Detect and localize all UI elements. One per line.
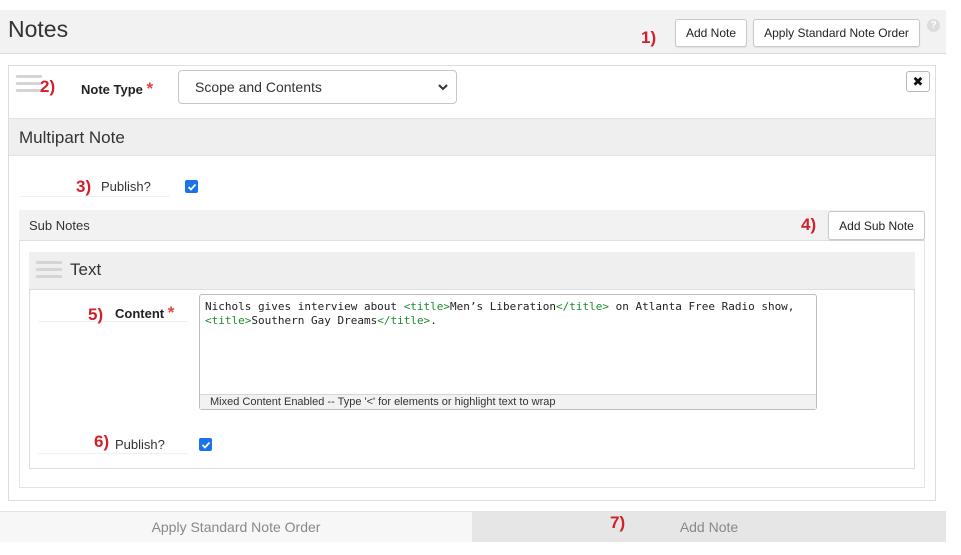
- label-divider: [20, 196, 170, 197]
- page-title: Notes: [8, 16, 69, 42]
- note-type-value: Scope and Contents: [195, 79, 322, 95]
- check-icon: [201, 441, 210, 449]
- multipart-note-bar: Multipart Note: [9, 118, 935, 156]
- markup-tag: <title>: [403, 300, 451, 313]
- drag-handle-icon[interactable]: [36, 261, 62, 282]
- markup-tag: </title>: [377, 314, 431, 327]
- close-button[interactable]: ✖: [906, 71, 930, 92]
- multipart-note-title: Multipart Note: [19, 128, 125, 147]
- annotation-7: 7): [610, 513, 626, 532]
- footer-bar: Apply Standard Note Order Add Note: [0, 511, 946, 542]
- note-type-label: Note Type *: [81, 79, 154, 98]
- label-divider: [38, 453, 188, 454]
- help-icon[interactable]: ?: [927, 19, 940, 32]
- check-icon: [187, 183, 196, 191]
- content-textarea[interactable]: Nichols gives interview about <title>Men…: [199, 294, 817, 410]
- markup-tag: <title>: [205, 314, 252, 327]
- apply-standard-note-order-button[interactable]: Apply Standard Note Order: [753, 19, 920, 47]
- annotation-5: 5): [88, 305, 104, 324]
- content-segment: .: [430, 314, 437, 327]
- drag-handle-icon[interactable]: [16, 75, 42, 96]
- markup-tag: </title>: [556, 300, 609, 313]
- sub-note-publish-checkbox[interactable]: [199, 438, 212, 451]
- sub-notes-bar: Sub Notes: [19, 210, 925, 241]
- text-sub-note-title: Text: [70, 260, 102, 279]
- footer-apply-standard-note-order-button[interactable]: Apply Standard Note Order: [0, 512, 472, 542]
- mixed-content-hint: Mixed Content Enabled -- Type '<' for el…: [200, 394, 816, 409]
- annotation-1: 1): [641, 28, 657, 47]
- content-segment: on Atlanta Free Radio show,: [609, 300, 802, 313]
- required-marker: *: [167, 303, 175, 322]
- note-type-select[interactable]: Scope and Contents: [178, 70, 457, 104]
- annotation-3: 3): [76, 177, 92, 196]
- publish-label: Publish?: [101, 179, 151, 194]
- footer-add-note-button[interactable]: Add Note: [472, 512, 946, 542]
- annotation-2: 2): [40, 77, 56, 96]
- content-segment: Men’s Liberation: [450, 300, 557, 313]
- required-marker: *: [146, 79, 154, 98]
- publish-checkbox[interactable]: [185, 180, 198, 193]
- sub-note-publish-label: Publish?: [115, 437, 165, 452]
- sub-notes-title: Sub Notes: [29, 218, 90, 233]
- content-label: Content *: [115, 303, 175, 322]
- add-sub-note-button[interactable]: Add Sub Note: [828, 211, 925, 240]
- add-note-button[interactable]: Add Note: [675, 19, 747, 47]
- chevron-down-icon: [438, 84, 448, 91]
- annotation-6: 6): [94, 432, 110, 451]
- text-sub-note-bar: Text: [29, 252, 915, 290]
- annotation-4: 4): [801, 215, 817, 234]
- content-segment: Nichols gives interview about: [205, 300, 404, 313]
- content-segment: Southern Gay Dreams: [251, 314, 378, 327]
- content-text: Nichols gives interview about <title>Men…: [205, 300, 813, 328]
